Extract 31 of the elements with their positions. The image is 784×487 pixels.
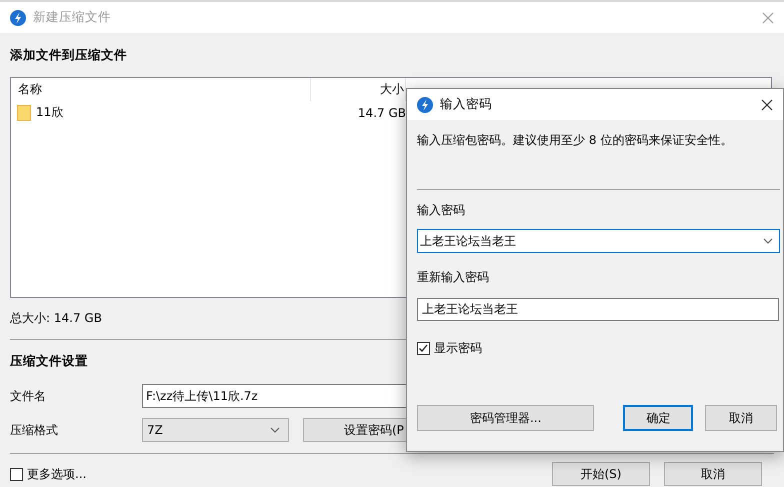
app-logo-icon xyxy=(10,10,26,26)
confirm-password-field[interactable]: 上老王论坛当老王 xyxy=(417,298,779,321)
ok-button[interactable]: 确定 xyxy=(623,405,694,431)
field-label: 重新输入密码 xyxy=(417,269,490,286)
checkbox[interactable] xyxy=(10,468,23,480)
app-logo-icon xyxy=(417,96,433,112)
window-title: 新建压缩文件 xyxy=(33,9,112,26)
format-dropdown[interactable]: 7Z xyxy=(142,418,289,442)
folder-icon xyxy=(17,104,31,120)
field-label: 文件名 xyxy=(10,388,47,404)
field-label: 输入密码 xyxy=(417,202,466,219)
cancel-button[interactable]: 取消 xyxy=(664,462,762,486)
checkbox[interactable] xyxy=(417,342,430,355)
checkbox-label[interactable]: 更多选项... xyxy=(27,466,86,482)
dialog-description: 输入压缩包密码。建议使用至少 8 位的密码来保证安全性。 xyxy=(417,132,734,149)
chevron-down-icon xyxy=(763,238,773,244)
cancel-button[interactable]: 取消 xyxy=(705,405,777,431)
dialog-title: 输入密码 xyxy=(440,96,493,113)
column-header[interactable]: 名称 xyxy=(11,78,311,101)
file-name[interactable]: 11欣 xyxy=(36,104,64,121)
password-combo-field[interactable]: 上老王论坛当老王 xyxy=(417,229,780,253)
section-title: 压缩文件设置 xyxy=(10,353,89,370)
start-button[interactable]: 开始(S) xyxy=(552,462,650,486)
chevron-down-icon xyxy=(270,427,280,433)
password-manager-button[interactable]: 密码管理器... xyxy=(417,405,594,431)
file-size: 14.7 GB xyxy=(356,106,406,120)
field-label: 压缩格式 xyxy=(10,422,59,438)
section-title: 添加文件到压缩文件 xyxy=(10,47,128,64)
close-icon[interactable] xyxy=(761,98,773,110)
checkbox-label[interactable]: 显示密码 xyxy=(434,340,482,357)
total-size: 总大小: 14.7 GB xyxy=(10,310,103,327)
